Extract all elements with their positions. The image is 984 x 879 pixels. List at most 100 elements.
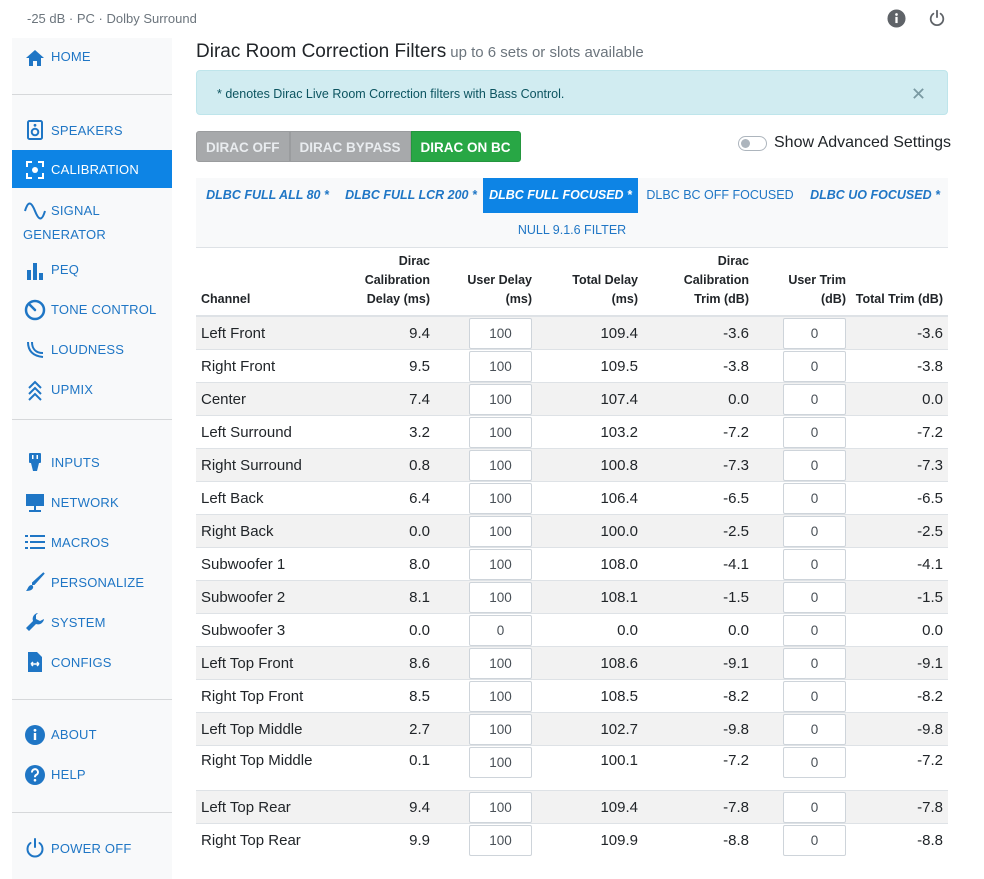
col-cal-delay: Dirac Calibration Delay (ms) [346, 252, 435, 317]
col-cal-trim: Dirac Calibration Trim (dB) [643, 252, 754, 317]
user-trim-input[interactable] [783, 714, 846, 745]
cal-trim-value: -2.5 [643, 514, 754, 548]
table-row: Subwoofer 3 0.0 0.0 0.0 0.0 [196, 613, 948, 647]
user-trim-input[interactable] [783, 792, 846, 823]
user-trim-input[interactable] [783, 681, 846, 712]
user-delay-input[interactable] [469, 582, 532, 613]
user-delay-input[interactable] [469, 516, 532, 547]
divider [12, 812, 172, 813]
user-trim-input[interactable] [783, 516, 846, 547]
cal-trim-value: -6.5 [643, 481, 754, 515]
user-trim-input[interactable] [783, 351, 846, 382]
user-delay-cell [435, 613, 537, 647]
user-delay-input[interactable] [469, 681, 532, 712]
user-delay-input[interactable] [469, 450, 532, 481]
user-delay-input[interactable] [469, 318, 532, 349]
cal-delay-value: 8.6 [346, 646, 435, 680]
total-trim-value: -1.5 [851, 580, 948, 614]
user-delay-input[interactable] [469, 615, 532, 646]
user-delay-input[interactable] [469, 417, 532, 448]
user-delay-input[interactable] [469, 351, 532, 382]
user-delay-input[interactable] [469, 714, 532, 745]
table-row: Center 7.4 107.4 0.0 0.0 [196, 382, 948, 416]
user-delay-input[interactable] [469, 747, 532, 778]
power-icon [26, 838, 44, 858]
info-icon [25, 725, 45, 745]
user-delay-cell [435, 349, 537, 383]
cal-delay-value: 3.2 [346, 415, 435, 449]
user-delay-cell [435, 382, 537, 416]
user-delay-input[interactable] [469, 384, 532, 415]
sidebar-item-help[interactable]: HELP [12, 763, 172, 787]
sidebar-item-signal-generator[interactable]: SIGNAL GENERATOR [12, 198, 172, 242]
channel-name: Left Surround [196, 415, 346, 449]
sidebar-item-calibration[interactable]: CALIBRATION [12, 150, 172, 188]
user-trim-input[interactable] [783, 450, 846, 481]
user-trim-input[interactable] [783, 483, 846, 514]
user-delay-input[interactable] [469, 825, 532, 856]
power-icon[interactable] [928, 9, 946, 27]
tab-dlbc-bc-off-focused[interactable]: DLBC BC OFF FOCUSED [638, 178, 802, 213]
tab-dlbc-full-lcr-200[interactable]: DLBC FULL LCR 200 * [339, 178, 483, 213]
sidebar-item-inputs[interactable]: INPUTS [12, 450, 172, 474]
table-row: Left Top Front 8.6 108.6 -9.1 -9.1 [196, 646, 948, 680]
user-trim-input[interactable] [783, 582, 846, 613]
total-delay-value: 108.6 [537, 646, 643, 680]
total-trim-value: -3.6 [851, 315, 948, 350]
sidebar-item-system[interactable]: SYSTEM [12, 610, 172, 634]
sidebar-item-macros[interactable]: MACROS [12, 530, 172, 554]
close-icon[interactable] [912, 87, 925, 100]
table-row: Right Front 9.5 109.5 -3.8 -3.8 [196, 349, 948, 383]
user-trim-input[interactable] [783, 648, 846, 679]
table-row: Left Front 9.4 109.4 -3.6 -3.6 [196, 315, 948, 350]
user-delay-input[interactable] [469, 483, 532, 514]
sidebar-item-upmix[interactable]: UPMIX [12, 378, 172, 402]
dirac-bypass-button[interactable]: DIRAC BYPASS [289, 131, 411, 162]
sidebar-item-label: SPEAKERS [51, 123, 123, 138]
toggle-knob [741, 139, 750, 148]
user-trim-input[interactable] [783, 615, 846, 646]
total-trim-value: 0.0 [851, 613, 948, 647]
sidebar-item-configs[interactable]: CONFIGS [12, 650, 172, 674]
user-trim-input[interactable] [783, 747, 846, 778]
user-trim-cell [754, 547, 851, 581]
sidebar-item-network[interactable]: NETWORK [12, 490, 172, 514]
cal-trim-value: -7.2 [643, 745, 754, 791]
dirac-on-bc-button[interactable]: DIRAC ON BC [410, 131, 521, 162]
user-trim-input[interactable] [783, 549, 846, 580]
help-icon [25, 765, 45, 785]
sidebar-item-personalize[interactable]: PERSONALIZE [12, 570, 172, 594]
filter-tabs: DLBC FULL ALL 80 * DLBC FULL LCR 200 * D… [196, 178, 948, 248]
tab-dlbc-full-all-80[interactable]: DLBC FULL ALL 80 * [196, 178, 339, 213]
user-trim-input[interactable] [783, 417, 846, 448]
plug-icon [29, 453, 41, 471]
advanced-settings-toggle[interactable] [738, 136, 767, 151]
tab-dlbc-uo-focused[interactable]: DLBC UO FOCUSED * [802, 178, 948, 213]
sidebar-item-peq[interactable]: PEQ [12, 258, 172, 282]
user-delay-input[interactable] [469, 549, 532, 580]
sidebar-item-tone-control[interactable]: TONE CONTROL [12, 298, 172, 322]
tab-dlbc-full-focused[interactable]: DLBC FULL FOCUSED * [483, 178, 638, 213]
user-trim-cell [754, 679, 851, 713]
sidebar-item-loudness[interactable]: LOUDNESS [12, 338, 172, 362]
user-delay-input[interactable] [469, 792, 532, 823]
user-trim-input[interactable] [783, 825, 846, 856]
sidebar-item-power-off[interactable]: POWER OFF [12, 836, 172, 860]
sidebar-item-speakers[interactable]: SPEAKERS [12, 118, 172, 142]
table-row: Subwoofer 1 8.0 108.0 -4.1 -4.1 [196, 547, 948, 581]
info-icon[interactable] [887, 9, 906, 28]
divider [12, 94, 172, 95]
sidebar-item-about[interactable]: ABOUT [12, 723, 172, 747]
dirac-off-button[interactable]: DIRAC OFF [196, 131, 290, 162]
user-delay-cell [435, 745, 537, 791]
col-user-delay: User Delay (ms) [435, 252, 537, 317]
cal-delay-value: 0.8 [346, 448, 435, 482]
sidebar-item-label: UPMIX [51, 382, 94, 397]
tab-null-9-1-6-filter[interactable]: NULL 9.1.6 FILTER [483, 213, 661, 248]
user-delay-input[interactable] [469, 648, 532, 679]
alert-text: * denotes Dirac Live Room Correction fil… [217, 87, 565, 101]
user-trim-input[interactable] [783, 384, 846, 415]
sidebar-item-home[interactable]: HOME [12, 45, 172, 69]
sidebar-item-label: NETWORK [51, 495, 119, 510]
user-trim-input[interactable] [783, 318, 846, 349]
